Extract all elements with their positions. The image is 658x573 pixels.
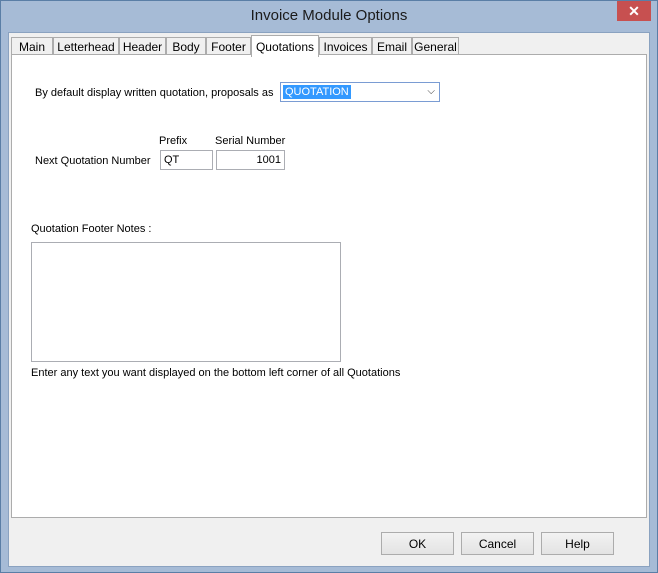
ok-button[interactable]: OK <box>381 532 454 555</box>
serial-number-header: Serial Number <box>215 135 286 147</box>
window-title: Invoice Module Options <box>250 7 408 24</box>
close-icon: ✕ <box>628 2 640 19</box>
chevron-down-icon[interactable]: ⌵ <box>427 86 435 97</box>
footer-notes-label: Quotation Footer Notes : <box>31 223 152 235</box>
tab-footer[interactable]: Footer <box>206 37 251 55</box>
footer-notes-textarea[interactable] <box>31 242 341 362</box>
tab-general[interactable]: General <box>412 37 459 55</box>
options-dialog: Invoice Module Options ✕ Main Letterhead… <box>0 0 658 573</box>
tab-main[interactable]: Main <box>11 37 53 55</box>
dialog-client: Main Letterhead Header Body Footer Quota… <box>8 32 650 567</box>
serial-number-input[interactable]: 1001 <box>216 150 285 170</box>
display-as-label: By default display written quotation, pr… <box>35 87 274 99</box>
display-as-dropdown[interactable]: QUOTATION ⌵ <box>280 82 440 102</box>
close-button[interactable]: ✕ <box>617 1 651 21</box>
tab-letterhead[interactable]: Letterhead <box>53 37 119 55</box>
tab-quotations[interactable]: Quotations <box>251 35 319 57</box>
tab-invoices[interactable]: Invoices <box>319 37 372 55</box>
tab-body[interactable]: Body <box>166 37 206 55</box>
title-bar[interactable]: Invoice Module Options ✕ <box>1 1 657 33</box>
footer-notes-hint: Enter any text you want displayed on the… <box>31 367 401 379</box>
prefix-header: Prefix <box>159 135 188 147</box>
prefix-input[interactable]: QT <box>160 150 213 170</box>
help-button[interactable]: Help <box>541 532 614 555</box>
next-quotation-number-label: Next Quotation Number <box>35 155 151 167</box>
tab-email[interactable]: Email <box>372 37 412 55</box>
quotations-panel: By default display written quotation, pr… <box>11 54 647 518</box>
display-as-value: QUOTATION <box>283 85 351 99</box>
cancel-button[interactable]: Cancel <box>461 532 534 555</box>
tab-header[interactable]: Header <box>119 37 166 55</box>
